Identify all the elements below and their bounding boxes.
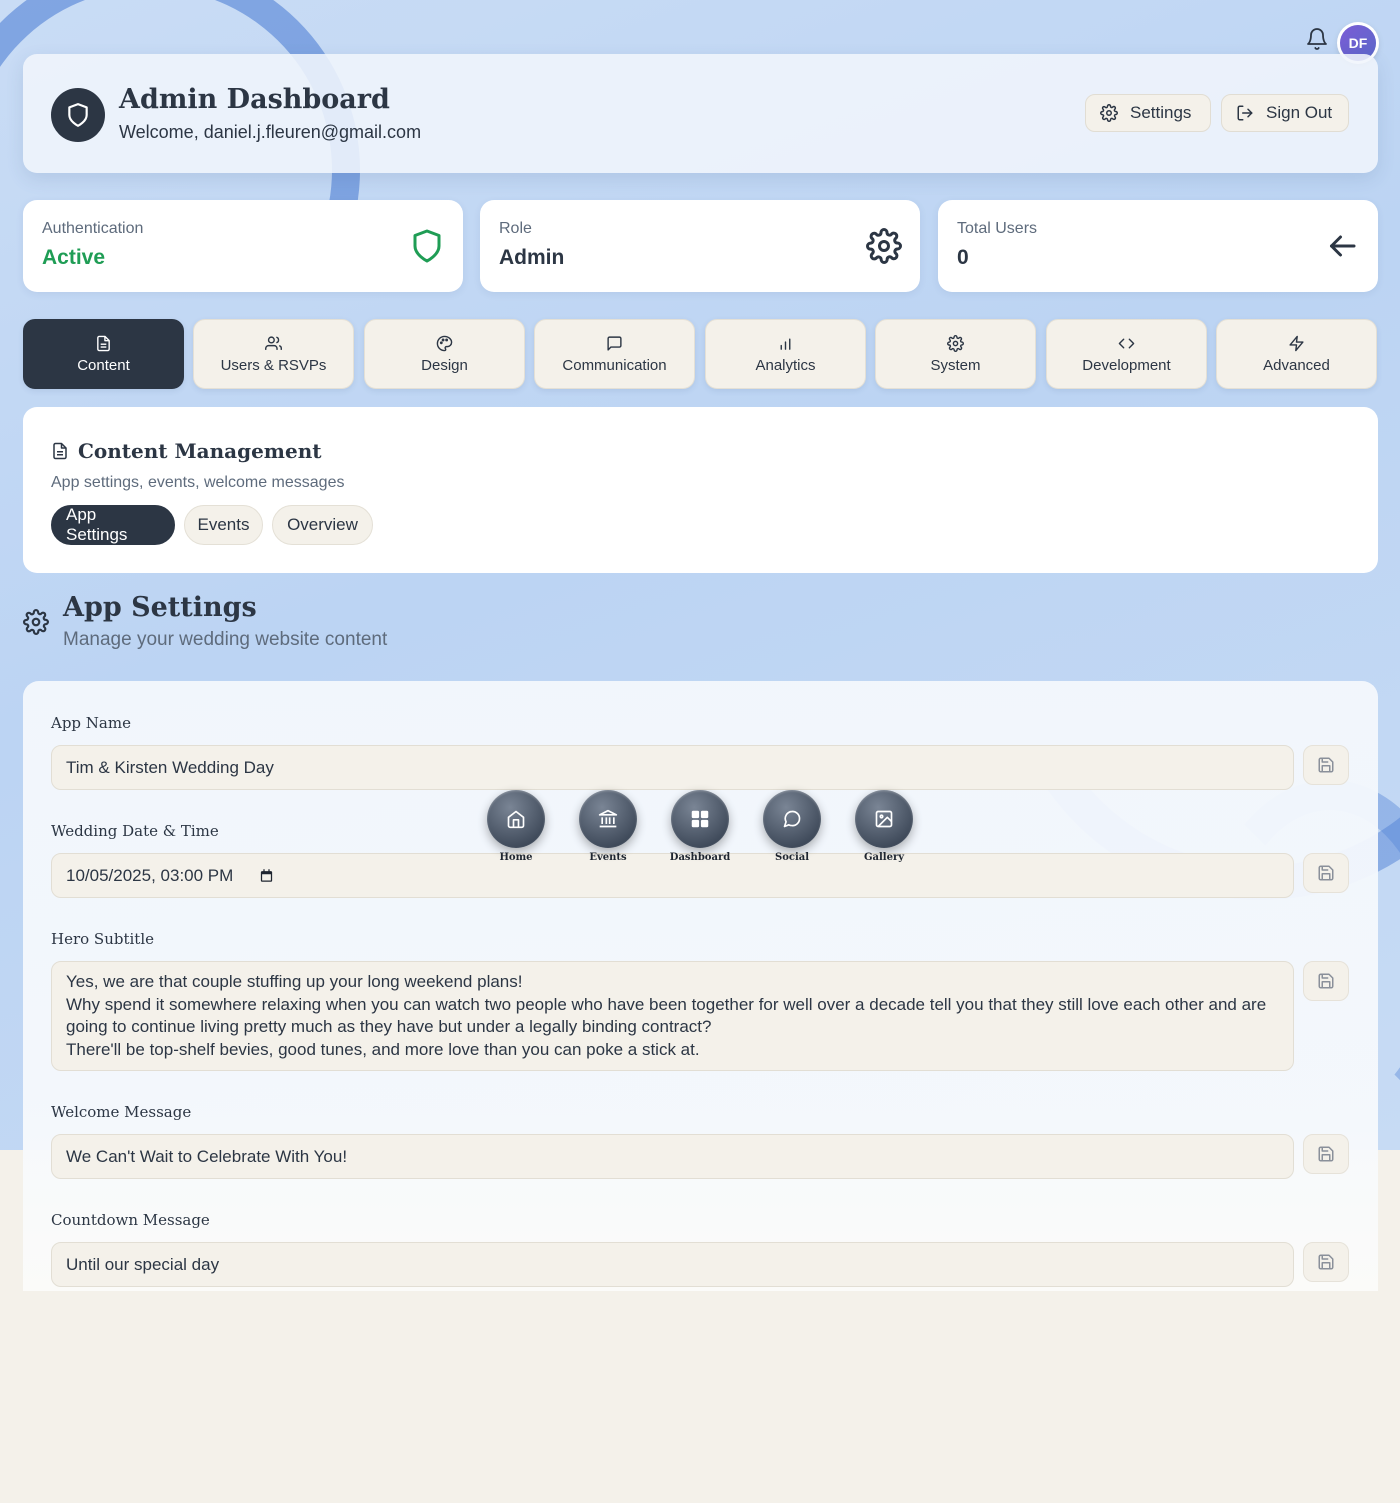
chat-bubble-icon — [783, 810, 801, 828]
tab-advanced[interactable]: Advanced — [1216, 319, 1377, 389]
save-button[interactable] — [1303, 853, 1349, 893]
nav-home-label: Home — [499, 852, 533, 863]
input-value: Until our special day — [66, 1254, 220, 1274]
tab-users-rsvps[interactable]: Users & RSVPs — [193, 319, 354, 389]
document-icon — [97, 335, 110, 351]
nav-gallery-label: Gallery — [863, 852, 905, 863]
tab-label: Users & RSVPs — [220, 356, 327, 374]
page-title: Admin Dashboard — [119, 84, 390, 115]
welcome-message-input[interactable]: We Can't Wait to Celebrate With You! — [51, 1134, 1294, 1179]
stat-card-total-users: Total Users 0 — [938, 200, 1378, 292]
save-icon — [1318, 1146, 1334, 1162]
image-icon — [875, 810, 893, 828]
arrow-left-icon — [1324, 228, 1360, 264]
welcome-text: Welcome, daniel.j.fleuren@gmail.com — [119, 122, 422, 142]
field-label: Hero Subtitle — [51, 930, 154, 948]
hero-subtitle-textarea[interactable]: Yes, we are that couple stuffing up your… — [51, 961, 1294, 1071]
gear-icon — [23, 609, 49, 635]
section-description: App settings, events, welcome messages — [51, 474, 345, 491]
field-label: Countdown Message — [51, 1211, 210, 1229]
nav-gallery-button[interactable] — [855, 790, 913, 848]
tab-system[interactable]: System — [875, 319, 1036, 389]
tab-label: System — [930, 356, 981, 374]
message-icon — [607, 335, 622, 351]
sign-out-button[interactable]: Sign Out — [1221, 94, 1349, 132]
building-icon — [598, 809, 618, 828]
shield-icon — [51, 88, 105, 142]
home-icon — [507, 810, 525, 829]
nav-social-label: Social — [774, 852, 810, 863]
nav-social-button[interactable] — [763, 790, 821, 848]
code-icon — [1118, 338, 1135, 348]
stat-label: Authentication — [42, 220, 144, 237]
subtab-app-settings[interactable]: App Settings — [51, 505, 175, 545]
header-card: Admin Dashboard Welcome, daniel.j.fleure… — [23, 54, 1378, 173]
stat-value: Admin — [499, 246, 565, 269]
nav-events-label: Events — [589, 852, 627, 863]
input-value: Tim & Kirsten Wedding Day — [66, 757, 274, 777]
nav-dashboard-label: Dashboard — [669, 852, 731, 863]
app-settings-subtitle: Manage your wedding website content — [63, 629, 388, 650]
lightning-icon — [1289, 335, 1304, 351]
nav-events-button[interactable] — [579, 790, 637, 848]
calendar-icon[interactable] — [259, 868, 274, 883]
tab-content[interactable]: Content — [23, 319, 184, 389]
stat-card-role: Role Admin — [480, 200, 920, 292]
save-icon — [1318, 865, 1334, 881]
countdown-message-input[interactable]: Until our special day — [51, 1242, 1294, 1287]
save-icon — [1318, 757, 1334, 773]
subtab-overview[interactable]: Overview — [272, 505, 373, 545]
tab-label: Design — [421, 356, 468, 374]
sign-out-label: Sign Out — [1266, 103, 1333, 122]
tab-label: Development — [1082, 356, 1171, 374]
save-button[interactable] — [1303, 1242, 1349, 1282]
save-button[interactable] — [1303, 1134, 1349, 1174]
grid-icon — [691, 810, 709, 828]
bar-chart-icon — [780, 338, 791, 350]
app-settings-form: App Name Tim & Kirsten Wedding Day Weddi… — [23, 681, 1378, 1291]
tab-design[interactable]: Design — [364, 319, 525, 389]
gear-icon — [1100, 104, 1118, 122]
input-value: We Can't Wait to Celebrate With You! — [66, 1146, 348, 1166]
document-icon — [53, 442, 67, 460]
app-name-input[interactable]: Tim & Kirsten Wedding Day — [51, 745, 1294, 790]
save-icon — [1318, 973, 1334, 989]
content-management-card: Content Management App settings, events,… — [23, 407, 1378, 573]
settings-button[interactable]: Settings — [1085, 94, 1211, 132]
tab-label: Advanced — [1263, 356, 1330, 374]
bell-icon[interactable] — [1305, 27, 1329, 51]
nav-home-button[interactable] — [487, 790, 545, 848]
gear-icon — [947, 334, 964, 352]
field-label: Welcome Message — [51, 1103, 192, 1121]
shield-icon — [409, 228, 445, 264]
app-settings-title: App Settings — [63, 592, 257, 623]
stat-value: 0 — [957, 246, 969, 269]
users-icon — [265, 335, 282, 350]
stat-value: Active — [42, 246, 106, 269]
tab-label: Analytics — [755, 356, 816, 374]
save-button[interactable] — [1303, 961, 1349, 1001]
stat-label: Role — [499, 220, 532, 237]
tab-label: Content — [77, 356, 130, 374]
section-title: Content Management — [78, 439, 322, 463]
tab-analytics[interactable]: Analytics — [705, 319, 866, 389]
save-button[interactable] — [1303, 745, 1349, 785]
stat-card-authentication: Authentication Active — [23, 200, 463, 292]
tab-development[interactable]: Development — [1046, 319, 1207, 389]
field-label: App Name — [51, 714, 131, 732]
sign-out-icon — [1237, 105, 1253, 121]
nav-dashboard-button[interactable] — [671, 790, 729, 848]
input-value: 10/05/2025, 03:00 PM — [66, 865, 234, 885]
subtab-events[interactable]: Events — [184, 505, 263, 545]
field-label: Wedding Date & Time — [51, 822, 219, 840]
palette-icon — [436, 335, 453, 351]
gear-icon — [866, 228, 902, 264]
stat-label: Total Users — [957, 220, 1038, 237]
tab-communication[interactable]: Communication — [534, 319, 695, 389]
settings-label: Settings — [1130, 103, 1192, 122]
save-icon — [1318, 1254, 1334, 1270]
tab-label: Communication — [562, 356, 667, 374]
